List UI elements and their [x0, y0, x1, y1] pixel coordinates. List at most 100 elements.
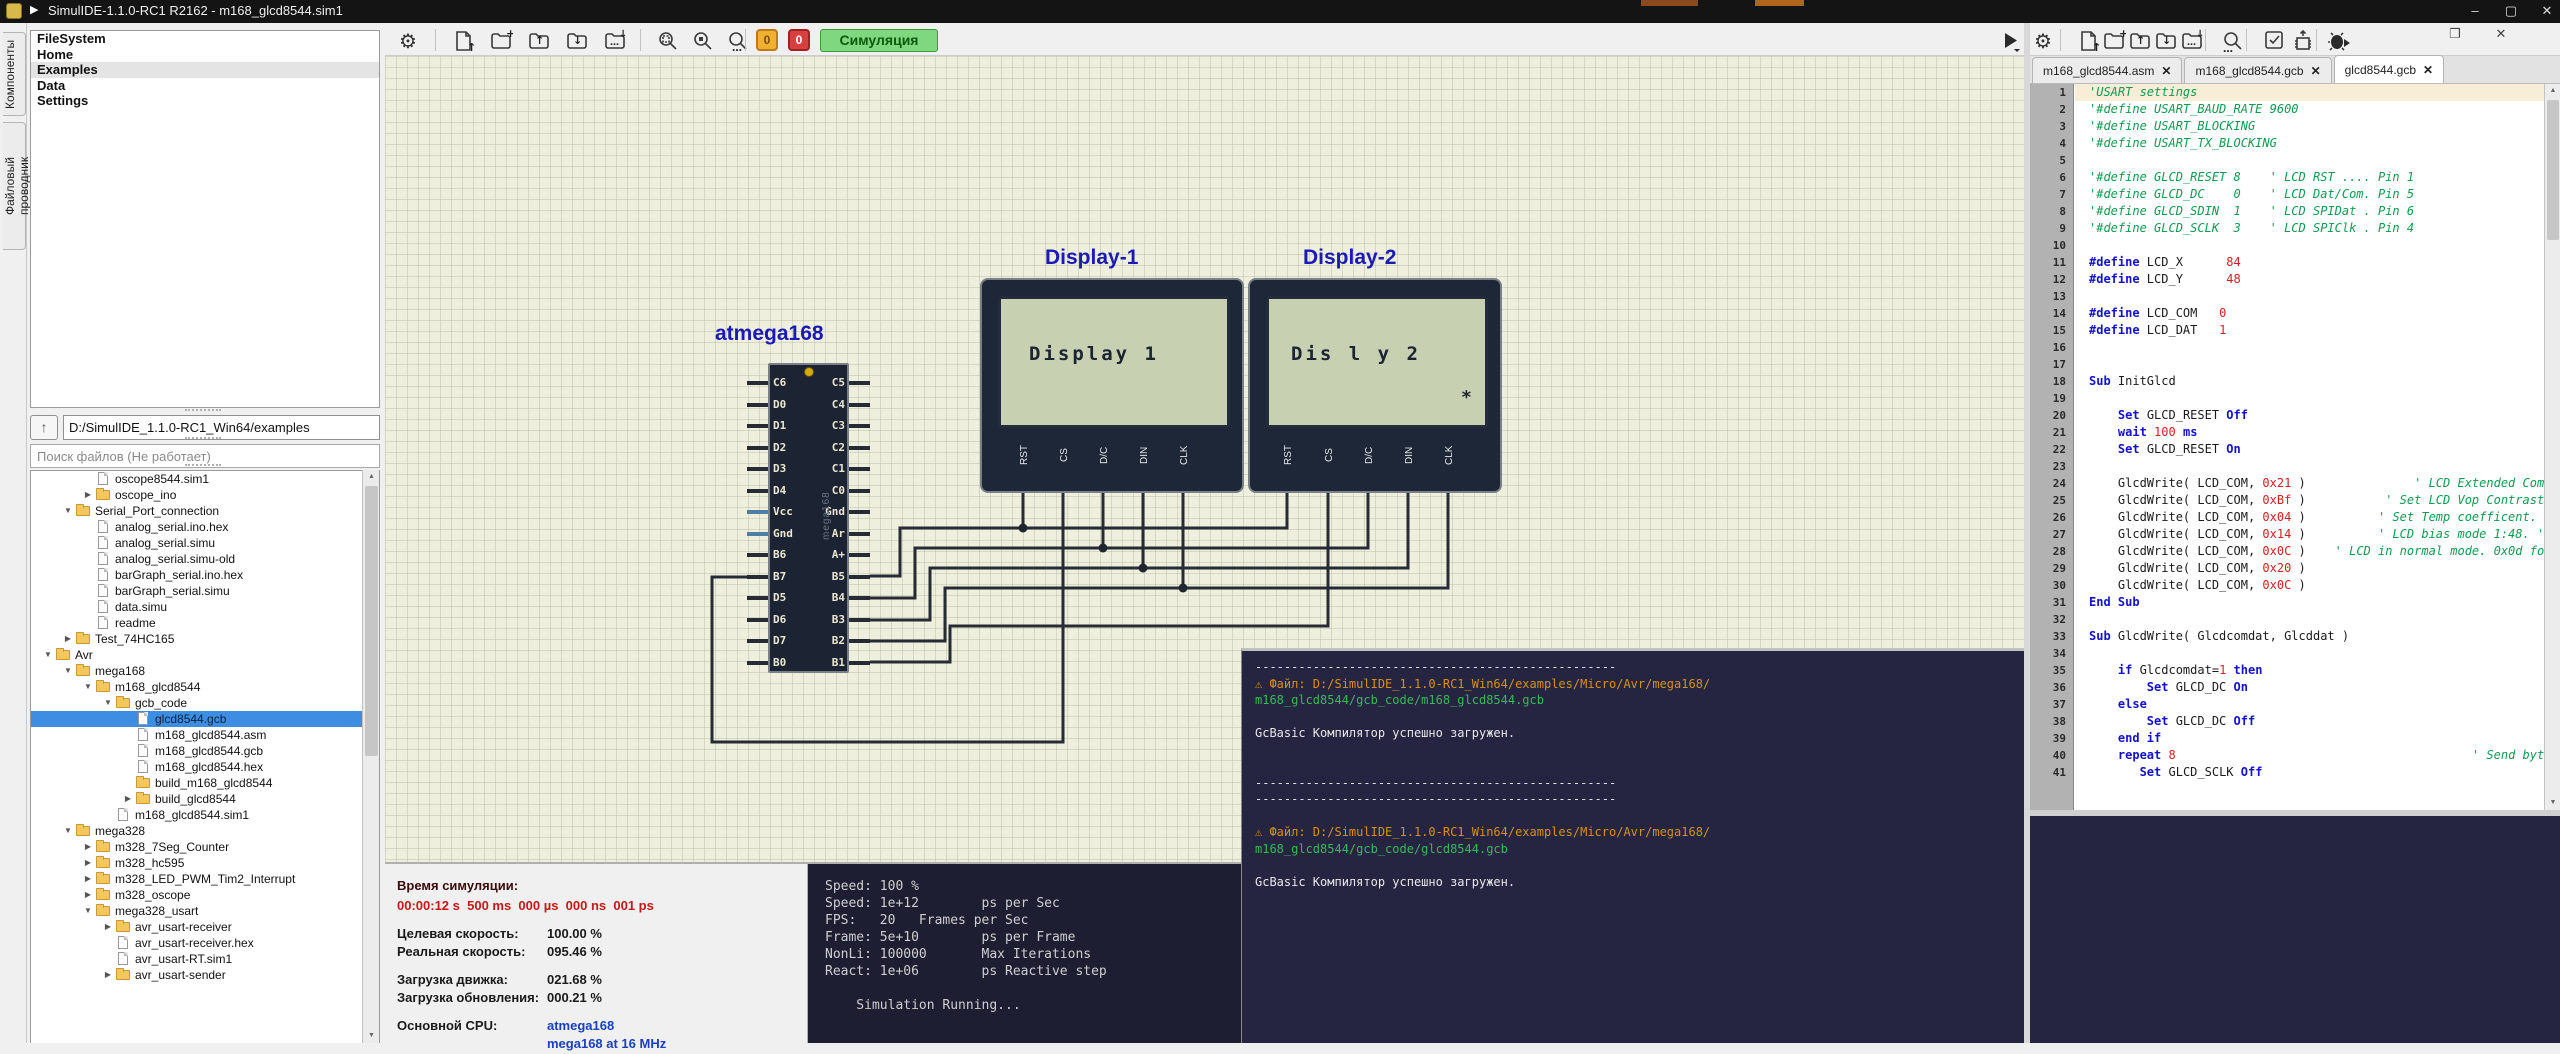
close-button[interactable]: ✕: [2534, 0, 2560, 22]
chip-pin-D3[interactable]: [747, 467, 768, 471]
chip-pin-C1[interactable]: [849, 467, 870, 471]
check-icon[interactable]: [2262, 28, 2288, 54]
editor-tab-m168_glcd8544.gcb[interactable]: m168_glcd8544.gcb✕: [2184, 57, 2331, 83]
scroll-up-icon[interactable]: ▲: [2545, 84, 2560, 98]
reload-doc-icon[interactable]: ↑: [2075, 28, 2101, 54]
editor-tab-glcd8544.gcb[interactable]: glcd8544.gcb✕: [2334, 55, 2444, 83]
zoom-fit-icon[interactable]: [655, 28, 681, 54]
tree-item[interactable]: ▶avr_usart-receiver: [31, 919, 379, 935]
reload-doc-icon[interactable]: ↑: [450, 28, 476, 54]
tree-item[interactable]: ▼mega328_usart: [31, 903, 379, 919]
chip-pin-Ar[interactable]: [849, 532, 870, 536]
save-dots-folder-icon[interactable]: ↓…: [2179, 28, 2205, 54]
tree-item[interactable]: ▶build_glcd8544: [31, 791, 379, 807]
tree-item[interactable]: oscope8544.sim1: [31, 471, 379, 487]
chip-pin-B0[interactable]: [747, 661, 768, 665]
chip-pin-Vcc[interactable]: [747, 510, 768, 514]
editor-scrollbar-handle[interactable]: [2547, 100, 2559, 240]
tree-item[interactable]: ▶m328_LED_PWM_Tim2_Interrupt: [31, 871, 379, 887]
chip-pin-D7[interactable]: [747, 639, 768, 643]
message-console[interactable]: ----------------------------------------…: [1241, 648, 2024, 1043]
editor-tab-m168_glcd8544.asm[interactable]: m168_glcd8544.asm✕: [2032, 57, 2182, 83]
tree-item[interactable]: ▶avr_usart-sender: [31, 967, 379, 983]
tree-item[interactable]: glcd8544.gcb: [31, 711, 379, 727]
code-editor[interactable]: 1234567891011121314151617181920212223242…: [2030, 84, 2560, 810]
tree-item[interactable]: ▼mega328: [31, 823, 379, 839]
power-circuit-button[interactable]: 0: [756, 29, 778, 51]
tree-open-arrow-icon[interactable]: ▼: [41, 647, 55, 663]
tree-item[interactable]: avr_usart-receiver.hex: [31, 935, 379, 951]
scroll-down-icon[interactable]: ▼: [363, 1029, 380, 1043]
place-item-filesystem[interactable]: FileSystem: [31, 31, 379, 47]
tree-open-arrow-icon[interactable]: ▼: [61, 503, 75, 519]
tab-close-icon[interactable]: ✕: [2311, 59, 2321, 83]
place-item-data[interactable]: Data: [31, 78, 379, 94]
dock-float-icon[interactable]: ❐: [2446, 25, 2464, 43]
splitter-handle[interactable]: [185, 409, 221, 413]
chip-pin-B4[interactable]: [849, 596, 870, 600]
simulation-button[interactable]: Симуляция: [820, 29, 938, 52]
tree-open-arrow-icon[interactable]: ▼: [61, 823, 75, 839]
chip-pin-B7[interactable]: [747, 575, 768, 579]
tree-closed-arrow-icon[interactable]: ▶: [81, 855, 95, 871]
chip-pin-D1[interactable]: [747, 424, 768, 428]
tree-item[interactable]: ▶oscope_ino: [31, 487, 379, 503]
splitter-handle[interactable]: [185, 437, 221, 441]
chip-pin-C2[interactable]: [849, 446, 870, 450]
tree-item[interactable]: avr_usart-RT.sim1: [31, 951, 379, 967]
place-item-settings[interactable]: Settings: [31, 93, 379, 109]
tree-item[interactable]: barGraph_serial.ino.hex: [31, 567, 379, 583]
new-folder-icon[interactable]: +: [2101, 28, 2127, 54]
tree-item[interactable]: m168_glcd8544.gcb: [31, 743, 379, 759]
editor-scrollbar[interactable]: ▲ ▼: [2544, 84, 2560, 810]
tree-closed-arrow-icon[interactable]: ▶: [101, 919, 115, 935]
path-input[interactable]: [63, 415, 380, 440]
tree-closed-arrow-icon[interactable]: ▶: [81, 871, 95, 887]
tree-item[interactable]: analog_serial.simu-old: [31, 551, 379, 567]
scroll-down-icon[interactable]: ▼: [2545, 796, 2560, 810]
zoom-dots-icon[interactable]: …: [725, 28, 751, 54]
place-item-examples[interactable]: Examples: [31, 62, 379, 78]
tree-scrollbar-handle[interactable]: [365, 486, 378, 756]
tree-item[interactable]: ▼Avr: [31, 647, 379, 663]
upload-icon[interactable]: [2290, 28, 2316, 54]
tree-item[interactable]: ▶Test_74HC165: [31, 631, 379, 647]
save-folder-icon[interactable]: ↓: [2153, 28, 2179, 54]
tree-item[interactable]: readme: [31, 615, 379, 631]
maximize-button[interactable]: ▢: [2498, 0, 2524, 22]
scroll-up-icon[interactable]: ▲: [363, 470, 380, 484]
tree-item[interactable]: ▶m328_hc595: [31, 855, 379, 871]
pause-button[interactable]: 0: [788, 29, 810, 51]
display2-label[interactable]: Display-2: [1303, 246, 1396, 270]
chip-pin-B3[interactable]: [849, 618, 870, 622]
tree-item[interactable]: analog_serial.simu: [31, 535, 379, 551]
tree-open-arrow-icon[interactable]: ▼: [81, 679, 95, 695]
tab-close-icon[interactable]: ✕: [2161, 59, 2171, 83]
new-folder-icon[interactable]: +: [488, 28, 514, 54]
tree-item[interactable]: ▼m168_glcd8544: [31, 679, 379, 695]
chip-pin-C3[interactable]: [849, 424, 870, 428]
tree-closed-arrow-icon[interactable]: ▶: [81, 487, 95, 503]
tree-closed-arrow-icon[interactable]: ▶: [81, 839, 95, 855]
tree-closed-arrow-icon[interactable]: ▶: [81, 887, 95, 903]
chip-pin-C4[interactable]: [849, 403, 870, 407]
chip-pin-D5[interactable]: [747, 596, 768, 600]
tree-item[interactable]: m168_glcd8544.sim1: [31, 807, 379, 823]
chip-pin-B2[interactable]: [849, 639, 870, 643]
chip-pin-D4[interactable]: [747, 489, 768, 493]
tree-open-arrow-icon[interactable]: ▼: [101, 695, 115, 711]
tree-item[interactable]: ▼gcb_code: [31, 695, 379, 711]
tree-closed-arrow-icon[interactable]: ▶: [121, 791, 135, 807]
mcu-label[interactable]: atmega168: [715, 322, 824, 346]
tree-open-arrow-icon[interactable]: ▼: [81, 903, 95, 919]
tab-file-explorer[interactable]: Файловый проводник: [3, 122, 26, 250]
chip-pin-D0[interactable]: [747, 403, 768, 407]
tab-components[interactable]: Компоненты: [3, 32, 26, 116]
tree-closed-arrow-icon[interactable]: ▶: [101, 967, 115, 983]
settings-icon[interactable]: ⚙: [395, 28, 421, 54]
zoom-area-icon[interactable]: [690, 28, 716, 54]
debug-icon[interactable]: [2326, 28, 2352, 54]
tab-close-icon[interactable]: ✕: [2423, 58, 2433, 82]
chip-pin-C0[interactable]: [849, 489, 870, 493]
display1-label[interactable]: Display-1: [1045, 246, 1138, 270]
